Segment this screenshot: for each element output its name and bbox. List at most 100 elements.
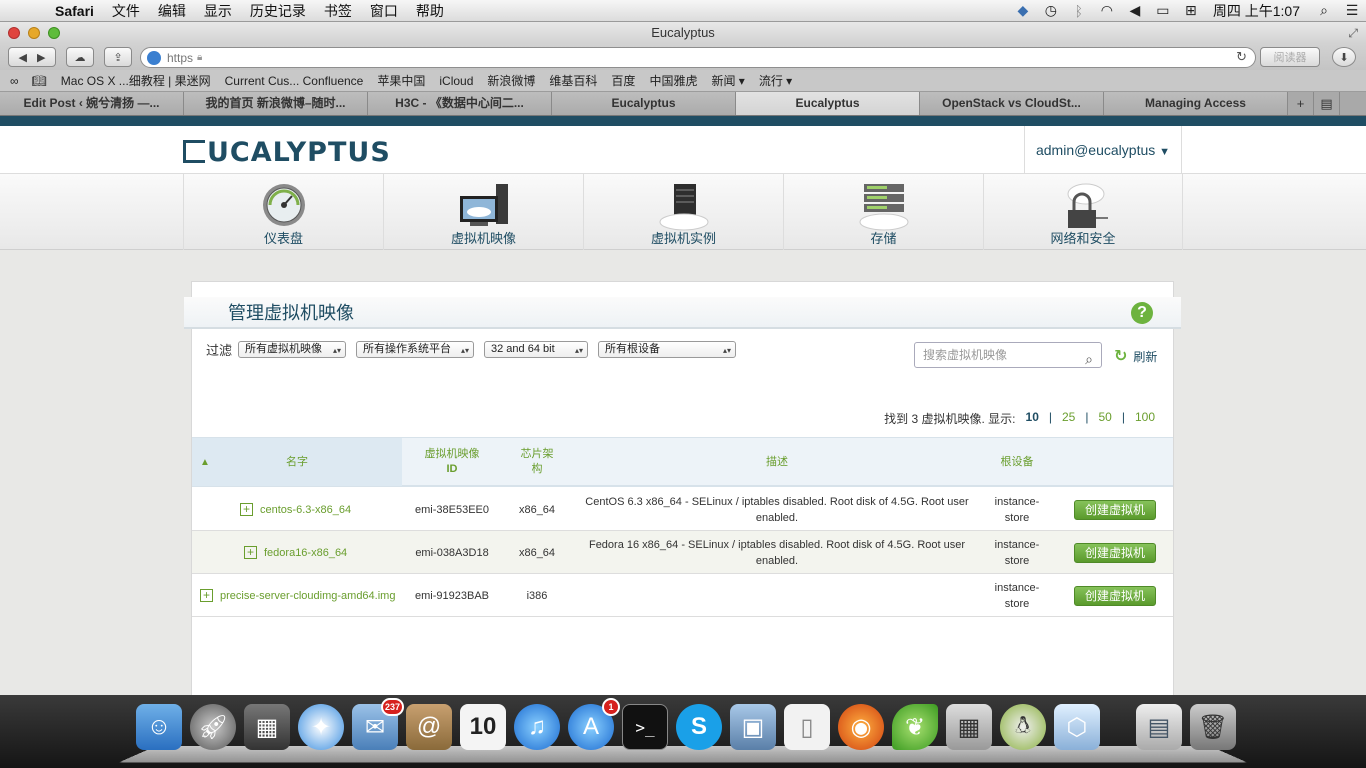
column-header-description[interactable]: 描述 <box>572 438 982 486</box>
trash-icon[interactable]: 🗑︎ <box>1190 704 1236 750</box>
calendar-icon[interactable]: 10 <box>460 704 506 750</box>
browser-tab[interactable]: Eucalyptus <box>552 92 736 115</box>
page-size-option[interactable]: 10 <box>1026 410 1039 427</box>
calculator-icon[interactable]: ▦ <box>946 704 992 750</box>
leaf-app-icon[interactable]: ❦ <box>892 704 938 750</box>
search-input[interactable]: 搜索虚拟机映像 ⌕ <box>914 342 1102 368</box>
contacts-icon[interactable]: @ <box>406 704 452 750</box>
image-name[interactable]: precise-server-cloudimg-amd64.img <box>220 588 395 604</box>
bookmark-item[interactable]: 维基百科 <box>542 72 604 89</box>
launch-instance-button[interactable]: 创建虚拟机 <box>1074 499 1156 520</box>
finder-icon[interactable]: ☺ <box>136 704 182 750</box>
new-tab-icon[interactable]: + <box>1288 92 1314 115</box>
menu-edit[interactable]: 编辑 <box>149 0 195 22</box>
browser-tab[interactable]: Edit Post ‹ 婉兮清扬 —... <box>0 92 184 115</box>
menu-window[interactable]: 窗口 <box>361 0 407 22</box>
menu-file[interactable]: 文件 <box>103 0 149 22</box>
filter-os-platform-select[interactable]: 所有操作系统平台 ▴▾ <box>356 341 475 358</box>
column-header-architecture[interactable]: 芯片架 构 <box>502 438 572 486</box>
browser-tab[interactable]: Managing Access <box>1104 92 1288 115</box>
help-icon[interactable]: ? <box>1131 302 1153 324</box>
address-bar[interactable]: https 🔒︎ ↻ <box>140 47 1256 68</box>
share-button[interactable]: ⇪ <box>104 47 132 67</box>
bookmark-item[interactable]: 新浪微博 <box>480 72 542 89</box>
column-header-image-id[interactable]: 虚拟机映像 ID <box>402 438 502 486</box>
top-sites-icon[interactable]: 📖︎ <box>25 74 54 88</box>
input-method-icon[interactable]: ⊞ <box>1177 2 1205 19</box>
volume-icon[interactable]: ◀ <box>1121 2 1149 19</box>
document-icon[interactable]: ▯ <box>784 704 830 750</box>
python-icon[interactable]: ◆ <box>1009 2 1037 19</box>
browser-tab-active[interactable]: Eucalyptus <box>736 92 920 115</box>
virtualbox-icon[interactable]: ▣ <box>730 704 776 750</box>
eucalyptus-logo[interactable]: UCALYPTUS <box>183 137 391 168</box>
expand-icon[interactable]: + <box>240 503 253 516</box>
back-icon[interactable]: ◀ <box>19 51 27 64</box>
tab-overview-icon[interactable]: ▤ <box>1314 92 1340 115</box>
expand-icon[interactable]: + <box>244 546 257 559</box>
penguin-app-icon[interactable]: 🐧︎ <box>1000 704 1046 750</box>
cube-app-icon[interactable]: ⬡ <box>1054 704 1100 750</box>
bookmark-folder[interactable]: 流行 ▾ <box>752 72 799 89</box>
launch-instance-button[interactable]: 创建虚拟机 <box>1074 585 1156 606</box>
filter-architecture-select[interactable]: 32 and 64 bit ▴▾ <box>484 341 589 358</box>
page-size-option[interactable]: 50 <box>1098 410 1111 427</box>
refresh-button[interactable]: ↻ 刷新 <box>1114 346 1157 366</box>
filter-root-device-select[interactable]: 所有根设备 ▴▾ <box>598 341 737 358</box>
nav-item-vm-images[interactable]: 虚拟机映像 <box>383 174 583 250</box>
column-header-root-device[interactable]: 根设备 <box>982 438 1052 486</box>
page-size-option[interactable]: 25 <box>1062 410 1075 427</box>
bookmark-item[interactable]: 苹果中国 <box>370 72 432 89</box>
skype-icon[interactable]: S <box>676 704 722 750</box>
browser-tab[interactable]: 我的首页 新浪微博–随时... <box>184 92 368 115</box>
column-header-name[interactable]: ▲ 名字 <box>192 438 402 486</box>
expand-icon[interactable]: + <box>200 589 213 602</box>
menubar-clock[interactable]: 周四 上午1:07 <box>1205 1 1310 21</box>
menu-history[interactable]: 历史记录 <box>241 0 315 22</box>
reload-icon[interactable]: ↻ <box>1236 49 1247 65</box>
app-store-icon[interactable]: A1 <box>568 698 620 750</box>
user-menu[interactable]: admin@eucalyptus ▼ <box>1024 126 1182 174</box>
terminal-icon[interactable]: >_ <box>622 704 668 750</box>
reading-list-icon[interactable]: ∞ <box>0 74 25 88</box>
launchpad-icon[interactable]: 🚀︎ <box>190 704 236 750</box>
image-name-cell[interactable]: + fedora16-x86_64 <box>244 531 402 574</box>
bluetooth-icon[interactable]: ᛒ <box>1065 3 1093 19</box>
menu-help[interactable]: 帮助 <box>407 0 453 22</box>
reader-button[interactable]: 阅读器 <box>1260 47 1320 67</box>
bookmark-item[interactable]: 百度 <box>604 72 642 89</box>
nav-item-network-security[interactable]: 网络和安全 <box>983 174 1183 250</box>
filter-image-type-select[interactable]: 所有虚拟机映像 ▴▾ <box>238 341 347 358</box>
image-name[interactable]: fedora16-x86_64 <box>264 545 347 561</box>
menu-bookmarks[interactable]: 书签 <box>315 0 361 22</box>
safari-icon[interactable]: ✦ <box>298 704 344 750</box>
itunes-icon[interactable]: ♫ <box>514 704 560 750</box>
nav-item-dashboard[interactable]: 仪表盘 <box>183 174 383 250</box>
bookmark-item[interactable]: Mac OS X ...细教程 | 果迷网 <box>54 72 218 89</box>
search-icon[interactable]: ⌕ <box>1085 347 1093 371</box>
page-size-option[interactable]: 100 <box>1135 410 1155 427</box>
launch-instance-button[interactable]: 创建虚拟机 <box>1074 542 1156 563</box>
downloads-stack-icon[interactable]: ▤ <box>1136 704 1182 750</box>
fullscreen-icon[interactable]: ⤢ <box>1348 22 1358 44</box>
notification-center-icon[interactable]: ☰ <box>1338 2 1366 19</box>
firefox-icon[interactable]: ◉ <box>838 704 884 750</box>
close-window-icon[interactable] <box>8 27 20 39</box>
nav-item-vm-instances[interactable]: 虚拟机实例 <box>583 174 783 250</box>
bookmark-item[interactable]: Current Cus... Confluence <box>218 74 371 88</box>
image-name-cell[interactable]: + centos-6.3-x86_64 <box>240 488 402 531</box>
mail-icon[interactable]: ✉ 237 <box>352 698 404 750</box>
menu-app-name[interactable]: Safari <box>46 0 103 22</box>
bookmark-item[interactable]: 中国雅虎 <box>642 72 704 89</box>
icloud-tabs-button[interactable]: ☁ <box>66 47 94 67</box>
battery-icon[interactable]: ▭ <box>1149 2 1177 19</box>
bookmark-folder[interactable]: 新闻 ▾ <box>704 72 751 89</box>
menu-view[interactable]: 显示 <box>195 0 241 22</box>
time-machine-icon[interactable]: ◷ <box>1037 2 1065 19</box>
nav-item-storage[interactable]: 存储 <box>783 174 983 250</box>
forward-icon[interactable]: ▶ <box>37 51 45 64</box>
zoom-window-icon[interactable] <box>48 27 60 39</box>
back-forward-buttons[interactable]: ◀ ▶ <box>8 47 56 67</box>
browser-tab[interactable]: OpenStack vs CloudSt... <box>920 92 1104 115</box>
wifi-icon[interactable]: ◠ <box>1093 2 1121 19</box>
